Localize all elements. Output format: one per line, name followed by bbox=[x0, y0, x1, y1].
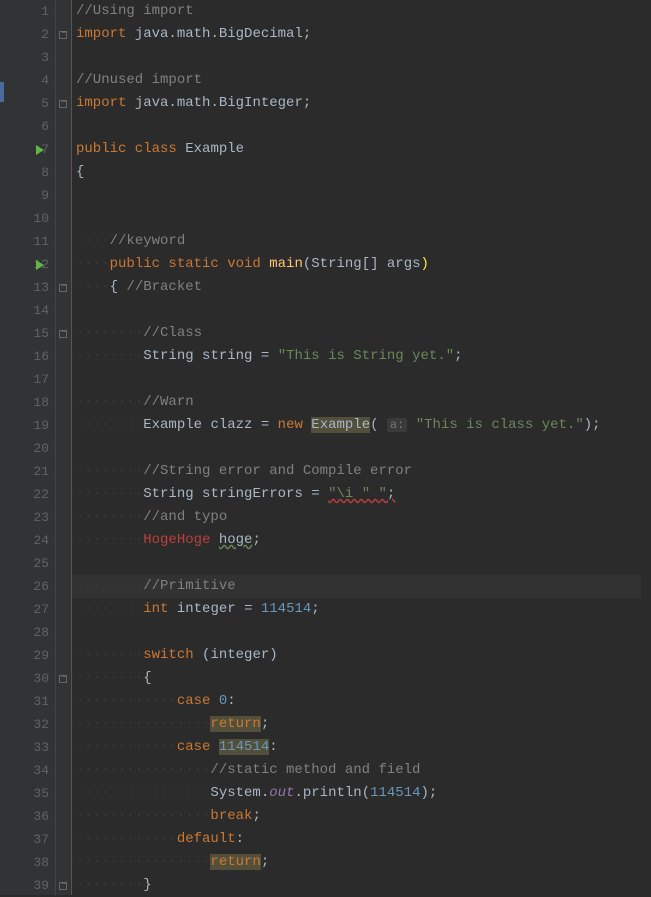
code-line[interactable]: ········//String error and Compile error bbox=[72, 460, 651, 483]
code-line[interactable] bbox=[72, 184, 651, 207]
code-line[interactable]: ················//static method and fiel… bbox=[72, 759, 651, 782]
code-line[interactable]: //Unused import bbox=[72, 69, 651, 92]
line-number: 6 bbox=[23, 115, 49, 138]
code-line[interactable]: ········switch (integer) bbox=[72, 644, 651, 667]
fold-icon[interactable] bbox=[59, 882, 67, 890]
line-number: 30 bbox=[23, 667, 49, 690]
line-number: 1 bbox=[23, 0, 49, 23]
code-line[interactable]: ········Example clazz = new Example( a: … bbox=[72, 414, 651, 437]
line-number: 5 bbox=[23, 92, 49, 115]
line-number: 25 bbox=[23, 552, 49, 575]
line-number: 8 bbox=[23, 161, 49, 184]
line-number: 23 bbox=[23, 506, 49, 529]
line-number: 4 bbox=[23, 69, 49, 92]
line-number: 17 bbox=[23, 368, 49, 391]
line-number: 24 bbox=[23, 529, 49, 552]
code-line[interactable] bbox=[72, 299, 651, 322]
line-number: 39 bbox=[23, 874, 49, 897]
line-number: 27 bbox=[23, 598, 49, 621]
line-number: 19 bbox=[23, 414, 49, 437]
code-line[interactable]: ········//and typo bbox=[72, 506, 651, 529]
code-line[interactable] bbox=[72, 115, 651, 138]
code-line[interactable]: { bbox=[72, 161, 651, 184]
line-number: 37 bbox=[23, 828, 49, 851]
run-icon[interactable] bbox=[36, 145, 44, 155]
code-line[interactable]: ················return; bbox=[72, 851, 651, 874]
fold-column[interactable] bbox=[56, 0, 72, 895]
code-line[interactable] bbox=[72, 368, 651, 391]
line-number: 35 bbox=[23, 782, 49, 805]
parameter-hint: a: bbox=[387, 418, 407, 432]
code-line[interactable] bbox=[72, 46, 651, 69]
line-number: 18 bbox=[23, 391, 49, 414]
line-number: 38 bbox=[23, 851, 49, 874]
line-number: 3 bbox=[23, 46, 49, 69]
gutter[interactable]: 1 2 3 4 5 6 7 8 9 10 11 12 13 14 15 16 1… bbox=[0, 0, 56, 895]
line-number: 16 bbox=[23, 345, 49, 368]
code-line[interactable] bbox=[72, 207, 651, 230]
fold-icon[interactable] bbox=[59, 284, 67, 292]
code-line[interactable]: import java.math.BigInteger; bbox=[72, 92, 651, 115]
code-line[interactable]: ················System.out.println(11451… bbox=[72, 782, 651, 805]
line-number: 26 bbox=[23, 575, 49, 598]
line-number: 10 bbox=[23, 207, 49, 230]
line-number: 9 bbox=[23, 184, 49, 207]
code-line[interactable]: ················break; bbox=[72, 805, 651, 828]
code-line[interactable]: ········//Warn bbox=[72, 391, 651, 414]
code-area[interactable]: //Using import import java.math.BigDecim… bbox=[72, 0, 651, 895]
code-line[interactable]: ····//keyword bbox=[72, 230, 651, 253]
code-line[interactable]: public class Example bbox=[72, 138, 651, 161]
line-number: 22 bbox=[23, 483, 49, 506]
line-number: 34 bbox=[23, 759, 49, 782]
code-line[interactable]: ············case 0: bbox=[72, 690, 651, 713]
line-number: 11 bbox=[23, 230, 49, 253]
code-line[interactable]: ····public static void main(String[] arg… bbox=[72, 253, 651, 276]
line-number: 36 bbox=[23, 805, 49, 828]
code-line[interactable]: ····{ //Bracket bbox=[72, 276, 651, 299]
code-line[interactable]: ········HogeHoge hoge; bbox=[72, 529, 651, 552]
line-number: 29 bbox=[23, 644, 49, 667]
line-number: 20 bbox=[23, 437, 49, 460]
code-line[interactable]: ········int integer = 114514; bbox=[72, 598, 651, 621]
code-line[interactable]: ········String stringErrors = "\i " "; bbox=[72, 483, 651, 506]
code-line[interactable]: ········//Class bbox=[72, 322, 651, 345]
line-number: 13 bbox=[23, 276, 49, 299]
line-number: 2 bbox=[23, 23, 49, 46]
code-line[interactable]: ········} bbox=[72, 874, 651, 895]
fold-icon[interactable] bbox=[59, 31, 67, 39]
line-number: 31 bbox=[23, 690, 49, 713]
code-line[interactable]: ················return; bbox=[72, 713, 651, 736]
code-line[interactable]: ············case 114514: bbox=[72, 736, 651, 759]
fold-icon[interactable] bbox=[59, 330, 67, 338]
line-number: 28 bbox=[23, 621, 49, 644]
code-line[interactable]: ········{ bbox=[72, 667, 651, 690]
scroll-marker-strip[interactable] bbox=[641, 0, 651, 895]
run-icon[interactable] bbox=[36, 260, 44, 270]
code-editor[interactable]: 1 2 3 4 5 6 7 8 9 10 11 12 13 14 15 16 1… bbox=[0, 0, 651, 895]
code-line[interactable]: ········String string = "This is String … bbox=[72, 345, 651, 368]
line-number: 15 bbox=[23, 322, 49, 345]
line-number: 32 bbox=[23, 713, 49, 736]
code-line-current[interactable]: ········//Primitive bbox=[72, 575, 651, 598]
code-line[interactable]: ············default: bbox=[72, 828, 651, 851]
code-line[interactable]: import java.math.BigDecimal; bbox=[72, 23, 651, 46]
fold-icon[interactable] bbox=[59, 100, 67, 108]
line-number: 33 bbox=[23, 736, 49, 759]
line-number: 14 bbox=[23, 299, 49, 322]
code-line[interactable]: //Using import bbox=[72, 0, 651, 23]
code-line[interactable] bbox=[72, 621, 651, 644]
fold-icon[interactable] bbox=[59, 675, 67, 683]
line-number: 21 bbox=[23, 460, 49, 483]
code-line[interactable] bbox=[72, 552, 651, 575]
code-line[interactable] bbox=[72, 437, 651, 460]
